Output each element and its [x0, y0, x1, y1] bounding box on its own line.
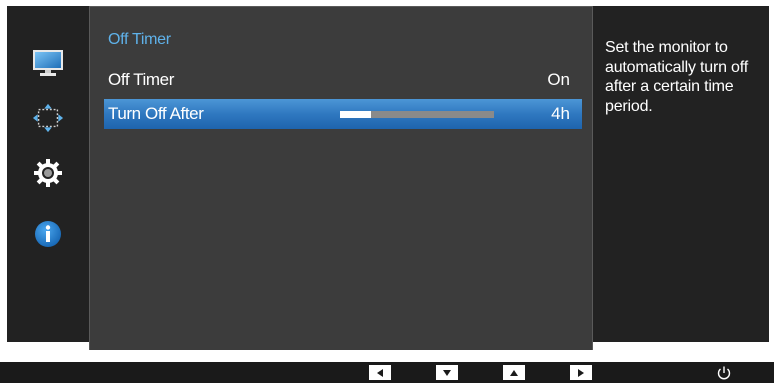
menu-item-label: Turn Off After — [108, 104, 204, 123]
menu-item-label: Off Timer — [108, 70, 174, 89]
menu-item-value: 4h — [551, 104, 570, 123]
monitor-icon[interactable] — [32, 48, 64, 80]
right-arrow-icon[interactable] — [570, 365, 592, 380]
info-icon[interactable] — [32, 218, 64, 250]
power-icon[interactable] — [715, 364, 733, 382]
sidebar — [7, 6, 89, 342]
help-text: Set the monitor to automatically turn of… — [605, 39, 748, 115]
position-arrows-icon[interactable] — [32, 102, 64, 134]
left-arrow-icon[interactable] — [369, 365, 391, 380]
up-arrow-icon[interactable] — [503, 365, 525, 380]
settings-gear-icon[interactable] — [32, 157, 64, 189]
menu-item-turn-off-after[interactable]: Turn Off After 4h — [104, 99, 582, 129]
bottom-control-bar — [0, 362, 774, 383]
menu-item-off-timer[interactable]: Off Timer On — [104, 65, 582, 95]
osd-window: Off Timer Off Timer On Turn Off After 4h… — [7, 6, 769, 350]
down-arrow-icon[interactable] — [436, 365, 458, 380]
slider-fill — [340, 111, 371, 118]
help-panel: Set the monitor to automatically turn of… — [593, 6, 769, 342]
menu-title: Off Timer — [108, 31, 171, 48]
menu-item-value: On — [547, 70, 570, 89]
menu-panel: Off Timer Off Timer On Turn Off After 4h — [89, 6, 593, 350]
turn-off-after-slider[interactable] — [340, 111, 494, 118]
